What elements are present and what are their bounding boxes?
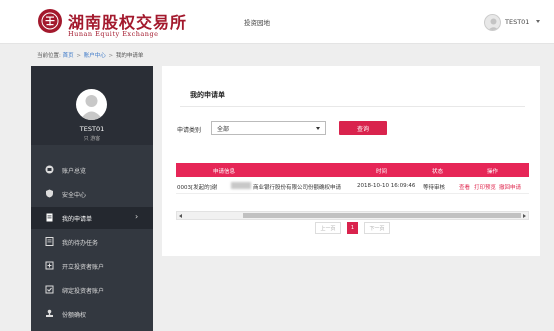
view-link[interactable]: 查看 xyxy=(459,183,470,191)
row-info-prefix: 0003[发起的]谢 xyxy=(177,185,218,191)
stamp-icon xyxy=(45,309,54,318)
sidebar-item-label: 我的申请单 xyxy=(62,216,93,223)
column-header-actions: 操作 xyxy=(487,169,499,175)
prev-page-button[interactable]: 上一页 xyxy=(315,222,341,234)
row-status: 等待审核 xyxy=(423,185,446,191)
bind-account-icon xyxy=(45,285,54,294)
sidebar-item-share-confirmation[interactable]: 份额确权 xyxy=(31,303,153,325)
open-account-icon xyxy=(45,261,54,270)
sidebar-item-label: 我的待办任务 xyxy=(62,240,99,247)
sidebar-item-open-investor-account[interactable]: 开立投资者账户 xyxy=(31,255,153,277)
breadcrumb-separator: > xyxy=(76,53,81,59)
breadcrumb-account-center[interactable]: 账户中心 xyxy=(84,53,106,59)
chevron-right-icon: › xyxy=(135,212,139,221)
user-name[interactable]: TEST01 xyxy=(505,18,529,26)
query-button[interactable]: 查询 xyxy=(339,121,387,135)
breadcrumb-separator: > xyxy=(108,53,114,59)
sidebar-item-my-applications[interactable]: 我的申请单 › xyxy=(31,207,153,229)
print-preview-link[interactable]: 打印预览 xyxy=(474,183,496,191)
sidebar-item-label: 开立投资者账户 xyxy=(62,264,105,271)
profile-avatar xyxy=(76,89,107,120)
logo-english-name[interactable]: Hunan Equity Exchange xyxy=(68,30,159,38)
breadcrumb-current: 我的申请单 xyxy=(115,53,144,59)
table-header: 申请信息 时间 状态 操作 xyxy=(176,163,529,177)
user-avatar[interactable] xyxy=(484,14,501,31)
select-value: 全部 xyxy=(217,126,230,133)
sidebar: TEST01 只 游客 账户总览 安全中心 我的申请单 › 我的待办任务 开立投… xyxy=(31,66,153,331)
document-icon xyxy=(45,213,54,222)
next-page-button[interactable]: 下一页 xyxy=(364,222,390,234)
user-menu-caret-icon[interactable] xyxy=(536,20,540,23)
column-header-status: 状态 xyxy=(432,169,444,175)
scroll-right-icon[interactable] xyxy=(523,213,526,218)
chevron-down-icon xyxy=(316,127,320,130)
top-header: 湖南股权交易所 Hunan Equity Exchange 投资园地 TEST0… xyxy=(0,0,554,44)
filter-category-label: 申请类别 xyxy=(177,127,202,134)
sidebar-profile: TEST01 只 游客 xyxy=(31,66,153,145)
nav-investment-garden[interactable]: 投资园地 xyxy=(244,17,270,27)
sidebar-item-security-center[interactable]: 安全中心 xyxy=(31,183,153,205)
page-1-button[interactable]: 1 xyxy=(347,222,358,234)
application-category-select[interactable]: 全部 xyxy=(211,121,326,135)
sidebar-item-label: 绑定投资者账户 xyxy=(62,288,105,295)
sidebar-item-my-tasks[interactable]: 我的待办任务 xyxy=(31,231,153,253)
sidebar-item-label: 安全中心 xyxy=(62,192,87,199)
profile-role: 只 游客 xyxy=(83,136,101,142)
scrollbar-thumb[interactable] xyxy=(243,213,521,218)
row-time: 2018-10-10 16:09:46 xyxy=(357,183,416,189)
breadcrumb-prefix: 当前位置: xyxy=(37,53,61,59)
task-list-icon xyxy=(45,237,54,246)
title-divider xyxy=(180,106,525,107)
shield-icon xyxy=(45,189,54,198)
row-info-suffix: 商业银行股份有限公司份额确权申请 xyxy=(253,185,342,191)
applications-table: 申请信息 时间 状态 操作 0003[发起的]谢 商业银行股份有限公司份额确权申… xyxy=(176,163,529,194)
profile-name: TEST01 xyxy=(79,125,105,133)
column-header-time: 时间 xyxy=(376,169,388,175)
breadcrumb-home[interactable]: 首页 xyxy=(63,53,74,59)
scroll-left-icon[interactable] xyxy=(179,213,182,218)
account-overview-icon xyxy=(45,165,54,174)
sidebar-item-account-overview[interactable]: 账户总览 xyxy=(31,159,153,181)
page-title: 我的申请单 xyxy=(190,91,225,99)
withdraw-application-link[interactable]: 撤回申请 xyxy=(499,183,521,191)
sidebar-item-label: 份额确权 xyxy=(62,312,87,319)
column-header-info: 申请信息 xyxy=(213,169,236,175)
main-panel: 我的申请单 申请类别 全部 查询 申请信息 时间 状态 操作 0003[发起的]… xyxy=(162,66,540,256)
breadcrumb: 当前位置: 首页 > 账户中心 > 我的申请单 xyxy=(37,51,143,59)
exchange-logo-icon[interactable] xyxy=(38,9,62,33)
sidebar-item-bind-investor-account[interactable]: 绑定投资者账户 xyxy=(31,279,153,301)
table-row: 0003[发起的]谢 商业银行股份有限公司份额确权申请 2018-10-10 1… xyxy=(176,177,529,194)
sidebar-item-label: 账户总览 xyxy=(62,168,87,175)
redacted-text xyxy=(231,182,251,189)
horizontal-scrollbar[interactable] xyxy=(176,211,529,220)
